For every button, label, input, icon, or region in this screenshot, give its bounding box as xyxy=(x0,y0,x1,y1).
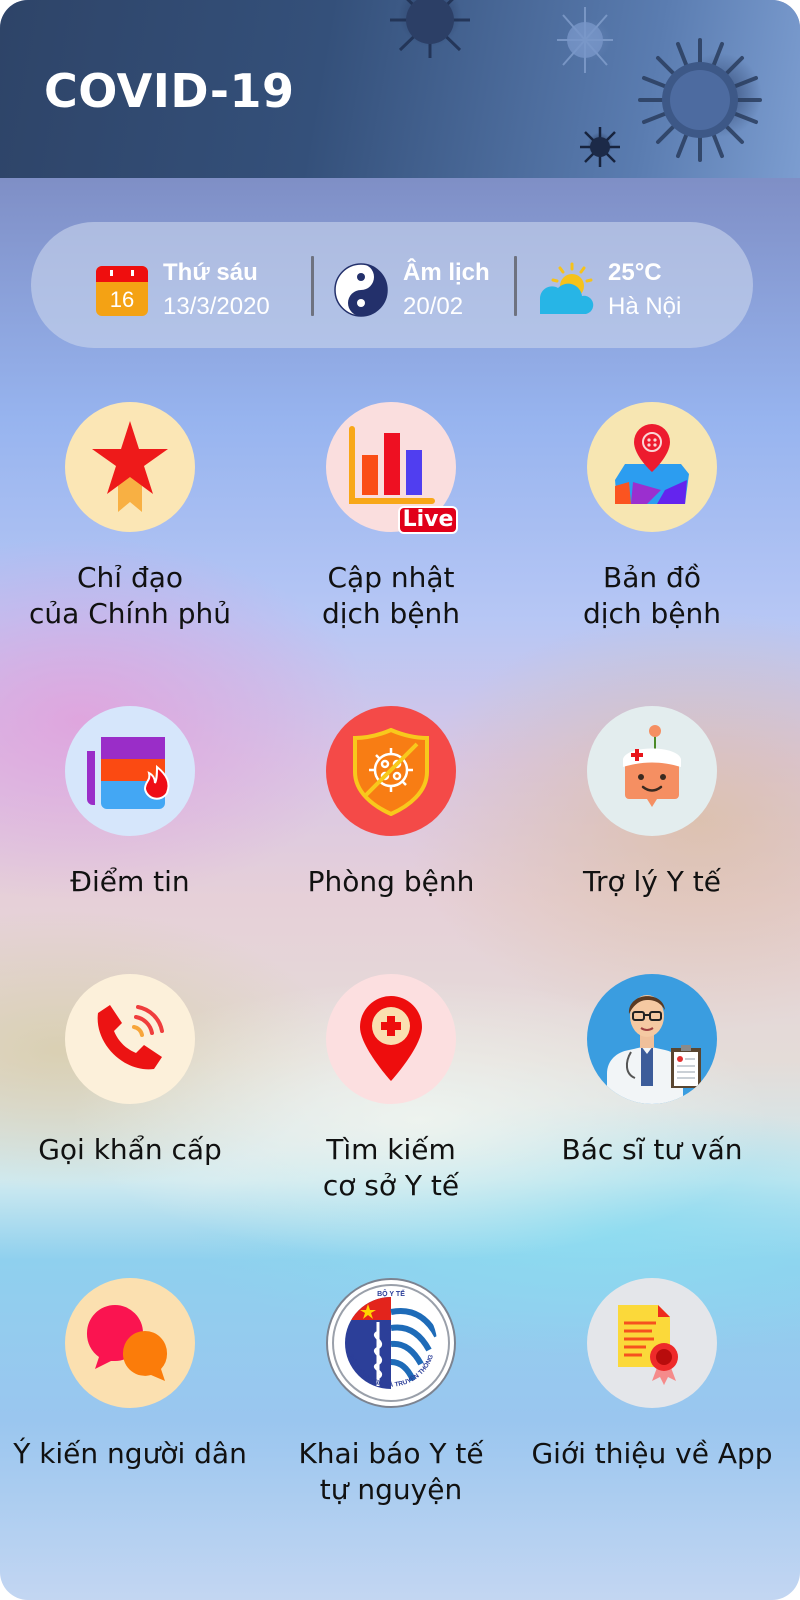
virus-decoration-icon xyxy=(390,0,470,58)
svg-text:BỘ Y TẾ: BỘ Y TẾ xyxy=(377,1288,405,1298)
menu-label: Phòng bệnh xyxy=(307,865,475,898)
menu-label: Bác sĩ tư vấn xyxy=(561,1133,743,1166)
weekday-label: Thứ sáu xyxy=(163,259,258,286)
certificate-icon xyxy=(618,1305,678,1385)
menu-label: Trợ lý Y tế xyxy=(583,865,721,898)
temperature: 25°C xyxy=(608,259,662,286)
lunar-date: 20/02 xyxy=(403,293,464,320)
svg-text:16: 16 xyxy=(110,287,134,312)
location: Hà Nội xyxy=(608,293,682,320)
menu-label: Cập nhật dịch bệnh xyxy=(321,561,461,630)
date-widget[interactable]: 16 Thứ sáu 13/3/2020 xyxy=(95,256,270,324)
menu-label: Bản đồ dịch bệnh xyxy=(582,561,722,630)
icon-circle xyxy=(587,706,717,836)
icon-circle xyxy=(587,402,717,532)
menu-label: Tìm kiếm cơ sở Y tế xyxy=(322,1133,460,1202)
phone-ringing-icon xyxy=(97,1005,164,1070)
menu-label: Khai báo Y tế tự nguyện xyxy=(298,1437,484,1506)
icon-circle xyxy=(326,974,456,1104)
virus-shield-icon xyxy=(353,727,429,816)
icon-circle xyxy=(587,974,717,1104)
calendar-icon: 16 xyxy=(96,266,148,316)
weather-widget[interactable]: 25°C Hà Nội xyxy=(536,256,681,324)
icon-circle: BỘ Y TẾ BỘ THÔNG TIN VÀ TRUYỀN THÔNG xyxy=(326,1278,456,1408)
bar-chart-icon xyxy=(349,426,435,504)
info-bar: 16 Thứ sáu 13/3/2020 Âm lịch 20/02 25°C … xyxy=(31,222,753,348)
medical-location-pin-icon xyxy=(360,996,422,1081)
live-badge: Live xyxy=(398,506,458,534)
menu-label: Gọi khẩn cấp xyxy=(38,1133,222,1166)
doctor-icon xyxy=(607,995,701,1104)
app-screen: COVID-19 16 Thứ sáu 13/3/2020 Âm lịch 20… xyxy=(0,0,800,1600)
nurse-bot-icon xyxy=(623,725,681,807)
menu-label: Ý kiến người dân xyxy=(13,1437,247,1470)
header-banner: COVID-19 xyxy=(0,0,800,178)
menu-label: Giới thiệu về App xyxy=(531,1437,773,1470)
menu-label: Điểm tin xyxy=(70,865,190,898)
icon-circle xyxy=(65,402,195,532)
star-ribbon-icon xyxy=(92,421,168,512)
icon-circle xyxy=(587,1278,717,1408)
map-pin-virus-icon xyxy=(615,424,689,504)
virus-decoration-icon xyxy=(557,7,613,73)
newspaper-fire-icon xyxy=(87,737,170,809)
divider xyxy=(311,256,314,316)
solar-date: 13/3/2020 xyxy=(163,293,270,320)
ministry-logo-icon: BỘ Y TẾ BỘ THÔNG TIN VÀ TRUYỀN THÔNG xyxy=(332,1284,450,1402)
app-title: COVID-19 xyxy=(44,64,295,118)
yin-yang-icon xyxy=(334,263,388,317)
icon-circle xyxy=(326,706,456,836)
lunar-label: Âm lịch xyxy=(403,259,490,286)
icon-circle xyxy=(65,974,195,1104)
icon-circle xyxy=(65,1278,195,1408)
lunar-widget[interactable]: Âm lịch 20/02 xyxy=(333,256,490,324)
menu-label: Chỉ đạo của Chính phủ xyxy=(29,561,231,630)
virus-decoration-icon xyxy=(638,38,762,162)
divider xyxy=(514,256,517,316)
virus-decoration-icon xyxy=(580,127,620,167)
partly-cloudy-icon xyxy=(540,262,594,314)
icon-circle xyxy=(65,706,195,836)
chat-bubbles-icon xyxy=(86,1305,168,1381)
